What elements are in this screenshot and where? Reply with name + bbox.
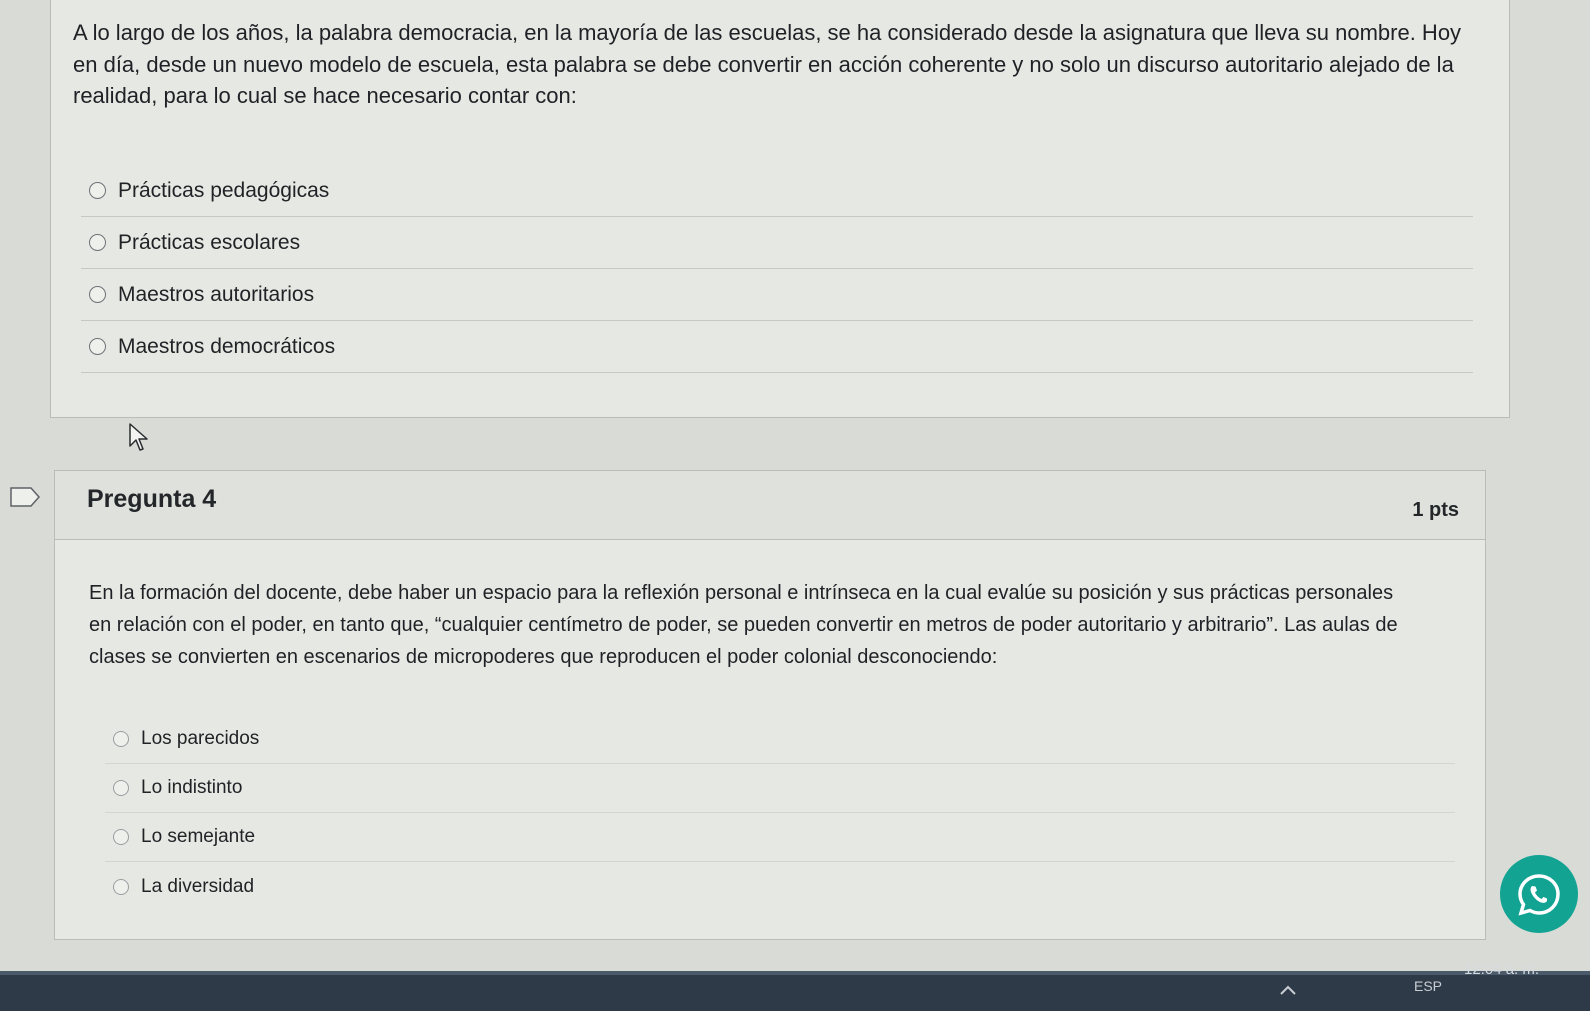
question-text: A lo largo de los años, la palabra democ… bbox=[73, 20, 1462, 109]
answer-option[interactable]: Prácticas pedagógicas bbox=[81, 165, 1473, 217]
language-indicator[interactable]: ESP bbox=[1414, 978, 1442, 994]
radio-button[interactable] bbox=[113, 731, 129, 747]
answer-option[interactable]: Prácticas escolares bbox=[81, 217, 1473, 269]
answer-label: Maestros democráticos bbox=[118, 334, 336, 358]
radio-button[interactable] bbox=[89, 234, 106, 251]
question-title: Pregunta 4 bbox=[87, 485, 217, 513]
question-card-3: A lo largo de los años, la palabra democ… bbox=[50, 0, 1510, 418]
answer-option[interactable]: La diversidad bbox=[105, 862, 1455, 911]
answer-option[interactable]: Lo semejante bbox=[105, 813, 1455, 862]
question-card-4: Pregunta 4 1 pts En la formación del doc… bbox=[54, 470, 1486, 940]
answer-label: Los parecidos bbox=[141, 728, 260, 749]
answer-option[interactable]: Maestros autoritarios bbox=[81, 269, 1473, 321]
question-header: Pregunta 4 1 pts bbox=[55, 471, 1485, 540]
answer-label: Prácticas escolares bbox=[118, 230, 301, 254]
answer-option[interactable]: Lo indistinto bbox=[105, 764, 1455, 813]
radio-button[interactable] bbox=[89, 182, 106, 199]
answer-label: Lo semejante bbox=[141, 826, 256, 847]
radio-button[interactable] bbox=[113, 878, 129, 895]
answer-label: La diversidad bbox=[141, 875, 255, 897]
taskbar-divider bbox=[0, 971, 1590, 975]
question-text: En la formación del docente, debe haber … bbox=[89, 582, 1398, 668]
radio-button[interactable] bbox=[113, 780, 129, 796]
radio-button[interactable] bbox=[89, 338, 106, 355]
cursor-icon bbox=[129, 423, 148, 451]
whatsapp-button[interactable] bbox=[1500, 855, 1578, 933]
answer-label: Lo indistinto bbox=[141, 777, 243, 798]
radio-button[interactable] bbox=[113, 829, 129, 845]
whatsapp-icon bbox=[1518, 874, 1560, 916]
answer-options: Prácticas pedagógicas Prácticas escolare… bbox=[81, 165, 1473, 373]
answer-option[interactable]: Los parecidos bbox=[105, 715, 1455, 764]
taskbar: ESP bbox=[0, 971, 1590, 1011]
chevron-up-icon[interactable] bbox=[1278, 981, 1298, 999]
answer-option[interactable]: Maestros democráticos bbox=[81, 321, 1473, 373]
taskbar-clock[interactable]: 12:04 a. m. bbox=[1464, 961, 1539, 979]
radio-button[interactable] bbox=[89, 286, 106, 303]
answer-options: Los parecidos Lo indistinto Lo semejante… bbox=[105, 715, 1455, 911]
question-points: 1 pts bbox=[1412, 499, 1459, 521]
answer-label: Maestros autoritarios bbox=[118, 282, 315, 306]
flag-icon[interactable] bbox=[10, 487, 40, 507]
answer-label: Prácticas pedagógicas bbox=[118, 178, 330, 202]
